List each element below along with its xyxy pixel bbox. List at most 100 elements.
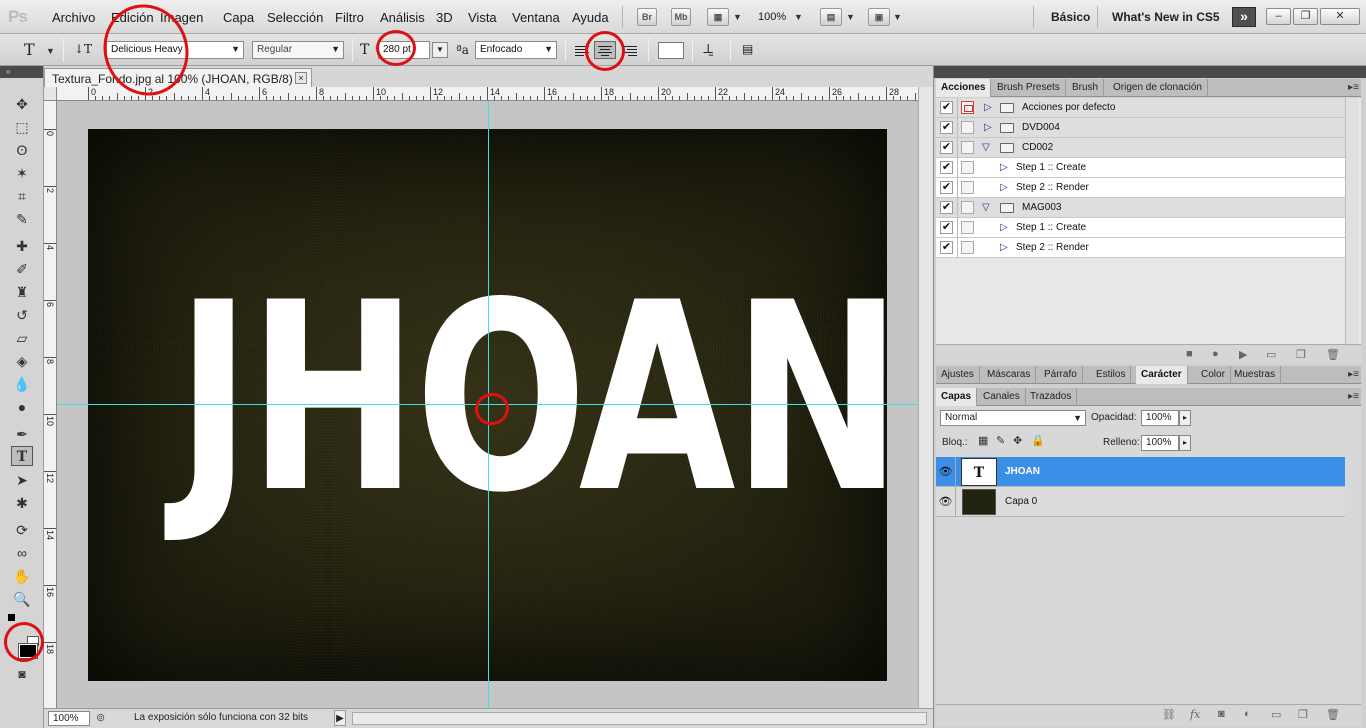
minimize-icon[interactable]: – bbox=[1266, 8, 1291, 25]
tab-ajustes[interactable]: Ajustes bbox=[936, 366, 980, 384]
tab-muestras[interactable]: Muestras bbox=[1229, 366, 1282, 384]
expand-triangle-icon[interactable]: ▷ bbox=[1000, 242, 1008, 253]
vertical-ruler[interactable]: 0 2 4 6 8 10 12 14 16 18 bbox=[44, 101, 57, 708]
dialog-toggle-icon[interactable] bbox=[961, 181, 974, 194]
paint-bucket-tool-icon[interactable]: ◈ bbox=[11, 351, 33, 371]
new-layer-icon[interactable]: ❐ bbox=[1298, 708, 1308, 721]
dialog-toggle-icon[interactable] bbox=[961, 141, 974, 154]
vertical-scrollbar[interactable] bbox=[918, 87, 933, 708]
actions-scrollbar[interactable] bbox=[1345, 98, 1359, 356]
panel-menu-icon[interactable]: ▸≡ bbox=[1348, 82, 1359, 93]
menu-ayuda[interactable]: Ayuda bbox=[572, 10, 609, 25]
layer-style-icon[interactable]: fx bbox=[1190, 708, 1200, 721]
text-orientation-icon[interactable]: ↓T bbox=[74, 42, 92, 56]
tab-brush-presets[interactable]: Brush Presets bbox=[992, 79, 1066, 97]
workspace-basico[interactable]: Básico bbox=[1051, 10, 1090, 24]
custom-shape-tool-icon[interactable]: ✱ bbox=[11, 493, 33, 513]
status-menu-arrow-icon[interactable]: ▶ bbox=[334, 710, 346, 726]
lock-position-icon[interactable]: ✥ bbox=[1013, 434, 1022, 447]
dialog-toggle-icon[interactable] bbox=[961, 121, 974, 134]
menu-3d[interactable]: 3D bbox=[436, 10, 453, 25]
blend-mode-dropdown[interactable]: Normal ▼ bbox=[940, 410, 1086, 426]
hand-tool-icon[interactable]: ✋ bbox=[11, 566, 33, 586]
trash-icon[interactable]: 🗑 bbox=[1326, 348, 1340, 361]
action-set-row[interactable]: ✔ ▷ DVD004 bbox=[936, 118, 1345, 138]
record-icon[interactable]: ● bbox=[1212, 348, 1219, 360]
dialog-toggle-icon[interactable] bbox=[961, 241, 974, 254]
path-selection-tool-icon[interactable]: ➤ bbox=[11, 470, 33, 490]
menu-seleccion[interactable]: Selección bbox=[267, 10, 323, 25]
link-layers-icon[interactable]: ⛓ bbox=[1162, 708, 1176, 721]
ruler-origin[interactable] bbox=[44, 87, 57, 101]
horizontal-ruler[interactable]: 0 2 4 6 8 10 12 14 16 18 20 22 24 26 28 bbox=[57, 87, 918, 101]
chevron-down-icon[interactable]: ▼ bbox=[733, 12, 742, 22]
panel-dock-header[interactable] bbox=[934, 66, 1366, 78]
tab-canales[interactable]: Canales bbox=[978, 388, 1026, 406]
action-step-row[interactable]: ✔ ▷ Step 2 :: Render bbox=[936, 178, 1345, 198]
antialias-dropdown[interactable]: Enfocado ▼ bbox=[475, 41, 557, 59]
menu-ventana[interactable]: Ventana bbox=[512, 10, 560, 25]
action-step-row[interactable]: ✔ ▷ Step 1 :: Create bbox=[936, 218, 1345, 238]
action-step-row[interactable]: ✔ ▷ Step 2 :: Render bbox=[936, 238, 1345, 258]
lock-all-icon[interactable]: 🔒 bbox=[1031, 434, 1045, 447]
layer-row[interactable]: 👁 T JHOAN bbox=[936, 457, 1345, 487]
tab-brush[interactable]: Brush bbox=[1067, 79, 1105, 97]
tab-color[interactable]: Color bbox=[1196, 366, 1231, 384]
dialog-toggle-icon[interactable] bbox=[961, 201, 974, 214]
panel-menu-icon[interactable]: ▸≡ bbox=[1348, 391, 1359, 402]
checkmark-icon[interactable]: ✔ bbox=[940, 181, 953, 194]
history-brush-tool-icon[interactable]: ↺ bbox=[11, 305, 33, 325]
expand-triangle-icon[interactable]: ▷ bbox=[1000, 182, 1008, 193]
close-icon[interactable]: × bbox=[295, 72, 307, 84]
warp-text-icon[interactable]: ⊥̰ bbox=[702, 42, 714, 57]
menu-vista[interactable]: Vista bbox=[468, 10, 497, 25]
collapse-triangle-icon[interactable]: ▽ bbox=[982, 142, 990, 153]
tab-estilos[interactable]: Estilos bbox=[1091, 366, 1132, 384]
tab-acciones[interactable]: Acciones bbox=[936, 79, 992, 97]
text-tool-preset-icon[interactable]: T bbox=[24, 40, 35, 59]
lasso-tool-icon[interactable]: ʘ bbox=[11, 140, 33, 160]
checkmark-icon[interactable]: ✔ bbox=[940, 161, 953, 174]
expand-triangle-icon[interactable]: ▷ bbox=[1000, 162, 1008, 173]
checkmark-icon[interactable]: ✔ bbox=[940, 221, 953, 234]
panel-menu-icon[interactable]: ▸≡ bbox=[1348, 369, 1359, 380]
font-style-dropdown[interactable]: Regular ▼ bbox=[252, 41, 344, 59]
close-icon[interactable]: ✕ bbox=[1320, 8, 1360, 25]
expand-triangle-icon[interactable]: ▷ bbox=[984, 102, 992, 113]
zoom-input[interactable]: 100% bbox=[48, 711, 90, 726]
add-mask-icon[interactable]: ◙ bbox=[1218, 708, 1225, 720]
marquee-tool-icon[interactable]: ⬚ bbox=[11, 117, 33, 137]
3d-rotate-tool-icon[interactable]: ⟳ bbox=[11, 520, 33, 540]
foreground-color-swatch[interactable] bbox=[18, 643, 38, 659]
type-tool-icon[interactable]: T bbox=[11, 446, 33, 466]
chevron-down-icon[interactable]: ▼ bbox=[893, 12, 902, 22]
menu-capa[interactable]: Capa bbox=[223, 10, 254, 25]
font-family-dropdown[interactable]: Delicious Heavy ▼ bbox=[106, 41, 244, 59]
dialog-toggle-icon[interactable] bbox=[961, 161, 974, 174]
workspace-whats-new[interactable]: What's New in CS5 bbox=[1112, 10, 1220, 24]
horizontal-guide[interactable] bbox=[57, 404, 918, 405]
checkmark-icon[interactable]: ✔ bbox=[940, 101, 953, 114]
stop-icon[interactable]: ■ bbox=[1186, 348, 1193, 360]
expand-triangle-icon[interactable]: ▷ bbox=[984, 122, 992, 133]
document-tab[interactable]: Textura_Fondo.jpg al 100% (JHOAN, RGB/8)… bbox=[44, 68, 312, 87]
checkmark-icon[interactable]: ✔ bbox=[940, 141, 953, 154]
fill-slider-arrow-icon[interactable]: ▸ bbox=[1179, 435, 1191, 451]
checkmark-icon[interactable]: ✔ bbox=[940, 121, 953, 134]
image-layer-thumbnail[interactable] bbox=[962, 489, 996, 515]
expand-triangle-icon[interactable]: ▷ bbox=[1000, 222, 1008, 233]
tab-trazados[interactable]: Trazados bbox=[1025, 388, 1078, 406]
screen-mode-icon[interactable]: ▣ bbox=[868, 8, 890, 26]
workspace-more-button[interactable]: » bbox=[1232, 7, 1256, 27]
eye-icon[interactable]: 👁 bbox=[936, 487, 956, 517]
text-color-swatch[interactable] bbox=[658, 42, 684, 59]
tab-origen-clonacion[interactable]: Origen de clonación bbox=[1108, 79, 1208, 97]
action-set-row[interactable]: ✔ ▷ Acciones por defecto bbox=[936, 98, 1345, 118]
opacity-input[interactable]: 100% bbox=[1141, 410, 1179, 426]
opacity-slider-arrow-icon[interactable]: ▸ bbox=[1179, 410, 1191, 426]
eyedropper-tool-icon[interactable]: ✎ bbox=[11, 209, 33, 229]
magic-wand-tool-icon[interactable]: ✶ bbox=[11, 163, 33, 183]
pen-tool-icon[interactable]: ✒ bbox=[11, 424, 33, 444]
checkmark-icon[interactable]: ✔ bbox=[940, 201, 953, 214]
dodge-tool-icon[interactable]: ● bbox=[11, 397, 33, 417]
